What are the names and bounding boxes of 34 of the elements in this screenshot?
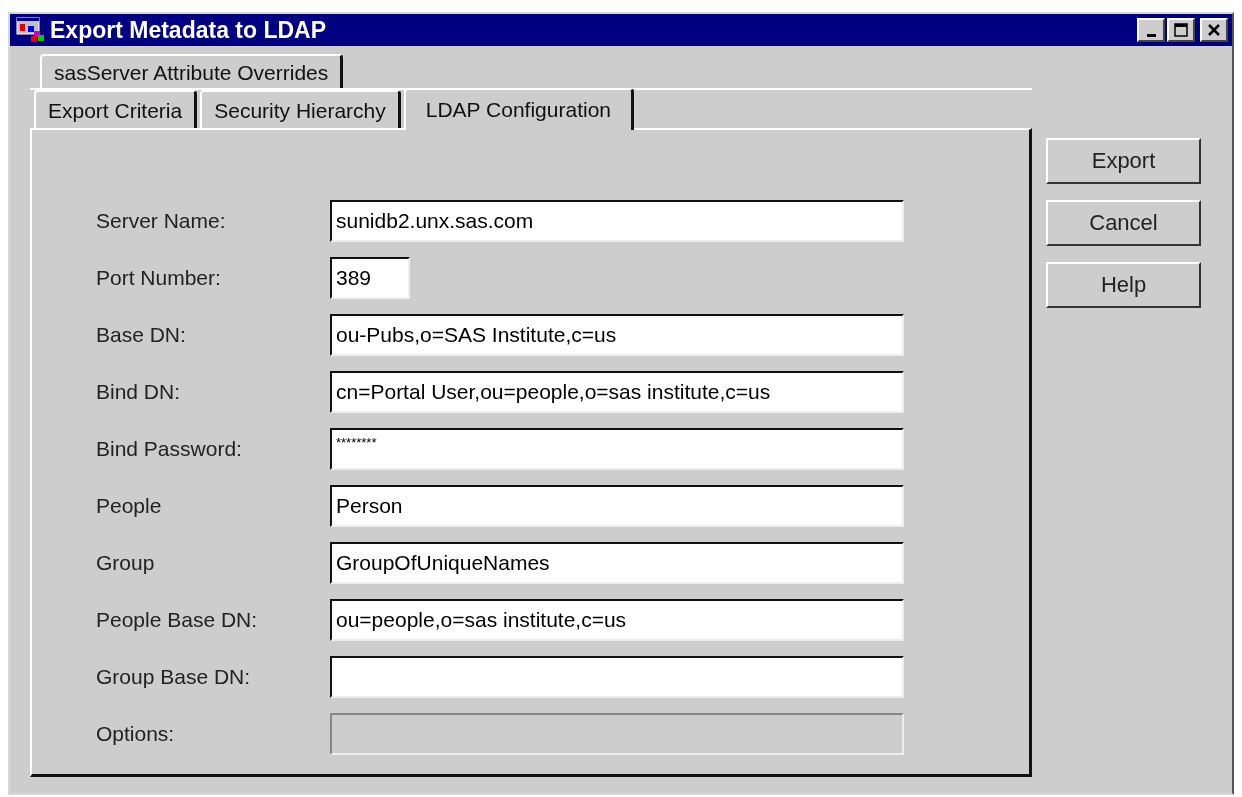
dialog-button[interactable]: Cancel [1046, 200, 1201, 246]
input-field[interactable]: sunidb2.unx.sas.com [330, 200, 904, 242]
window-title: Export Metadata to LDAP [50, 16, 328, 44]
field-label: Bind DN: [96, 380, 182, 404]
dialog-button[interactable]: Export [1046, 138, 1201, 184]
field-label: Server Name: [96, 209, 227, 233]
field-label: Base DN: [96, 323, 187, 347]
tab[interactable]: Security Hierarchy [200, 90, 401, 128]
close-icon [1206, 22, 1222, 38]
input-field[interactable]: cn=Portal User,ou=people,o=sas institute,c=us [330, 371, 904, 413]
input-field[interactable] [330, 656, 904, 698]
tab[interactable]: Export Criteria [34, 90, 198, 128]
app-icon [16, 17, 46, 43]
input-field[interactable]: Person [330, 485, 904, 527]
input-field[interactable]: ou=people,o=sas institute,c=us [330, 599, 904, 641]
close-button[interactable] [1200, 18, 1228, 42]
tab[interactable]: sasServer Attribute Overrides [40, 54, 344, 88]
field-label: Group Base DN: [96, 665, 252, 689]
maximize-button[interactable] [1167, 18, 1195, 42]
field-label: Group [96, 551, 156, 575]
input-field[interactable]: ******** [330, 428, 904, 470]
minimize-icon [1146, 33, 1156, 37]
input-field[interactable]: ou-Pubs,o=SAS Institute,c=us [330, 314, 904, 356]
maximize-icon [1173, 22, 1189, 38]
tab[interactable]: LDAP Configuration [403, 88, 634, 130]
field-label: People [96, 494, 163, 518]
field-label: Port Number: [96, 266, 222, 290]
field-label: Bind Password: [96, 437, 243, 461]
field-label: People Base DN: [96, 608, 259, 632]
input-field[interactable]: GroupOfUniqueNames [330, 542, 904, 584]
field-label: Options: [96, 722, 176, 746]
dialog-button[interactable]: Help [1046, 262, 1201, 308]
minimize-button[interactable] [1137, 18, 1165, 42]
input-field[interactable]: 389 [330, 257, 410, 299]
